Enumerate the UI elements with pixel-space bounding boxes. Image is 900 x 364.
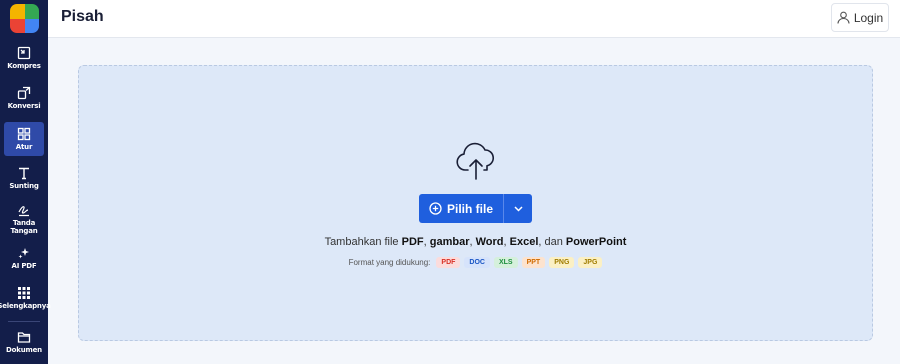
sidebar-item-label: Tanda [12, 219, 36, 227]
formats-label: Format yang didukung: [348, 258, 431, 267]
sidebar-item-label: Atur [15, 143, 33, 151]
format-badge-jpg: JPG [578, 257, 603, 268]
pick-file-label: Pilih file [446, 201, 493, 216]
pick-file-group: Pilih file [419, 194, 532, 223]
format-badge-ppt: PPT [521, 257, 546, 268]
sidebar-item-dokumen[interactable]: Dokumen [4, 330, 44, 360]
text-edit-icon [19, 167, 29, 180]
convert-icon [17, 86, 31, 100]
sidebar-item-label: Dokumen [6, 346, 42, 354]
login-button[interactable]: Login [831, 3, 889, 32]
login-label: Login [853, 10, 884, 25]
text-segment: Excel [509, 236, 539, 248]
user-icon [837, 11, 850, 24]
more-grid-icon [18, 287, 30, 299]
logo-tile [10, 18, 25, 33]
sidebar-item-label: AI PDF [11, 262, 37, 270]
sidebar-item-selengkapnya[interactable]: Selengkapnya [0, 286, 51, 316]
pick-file-dropdown-button[interactable] [503, 194, 532, 223]
format-badge-png: PNG [549, 257, 575, 268]
folder-icon [17, 332, 31, 343]
text-segment: Word [475, 236, 504, 248]
file-drop-zone[interactable]: Pilih file Tambahkan file PDF, gambar, W… [78, 65, 873, 341]
sidebar-item-label: Selengkapnya [0, 302, 51, 310]
format-badge-doc: DOC [464, 257, 490, 268]
plus-circle-icon [429, 202, 442, 215]
sidebar-divider [8, 321, 40, 322]
format-badge-pdf: PDF [436, 257, 461, 268]
sidebar-item-sunting[interactable]: Sunting [4, 166, 44, 196]
text-segment: , dan [538, 236, 566, 248]
compress-icon [17, 46, 31, 60]
top-header: Pisah Login [48, 0, 900, 38]
grid-icon [17, 127, 31, 141]
sidebar-item-atur[interactable]: Atur [4, 122, 44, 156]
sidebar-item-label: Kompres [7, 62, 41, 70]
sidebar-item-label: Sunting [9, 182, 39, 190]
chevron-down-icon [513, 206, 523, 212]
sidebar-item-kompres[interactable]: Kompres [4, 46, 44, 76]
sidebar-item-konversi[interactable]: Konversi [4, 86, 44, 116]
pick-file-button[interactable]: Pilih file [419, 194, 503, 223]
sidebar: Kompres Konversi Atur Sunting Tanda Tang… [0, 0, 51, 364]
logo-tile [24, 4, 39, 19]
sidebar-item-label: Konversi [7, 102, 41, 110]
signature-icon [18, 206, 29, 217]
text-segment: Tambahkan file [324, 236, 402, 248]
sparkle-icon [18, 248, 29, 259]
sidebar-item-tanda-tangan[interactable]: Tanda Tangan [4, 203, 44, 237]
cloud-upload-icon [456, 142, 495, 180]
logo-tile [10, 4, 25, 19]
logo-tile [24, 18, 39, 33]
app-logo[interactable] [10, 4, 39, 33]
sidebar-item-label: Tangan [10, 227, 38, 235]
page-title: Pisah [61, 8, 104, 25]
text-segment: PowerPoint [565, 236, 627, 248]
supported-formats: Format yang didukung: PDF DOC XLS PPT PN… [79, 257, 872, 268]
supported-files-text: Tambahkan file PDF, gambar, Word, Excel,… [79, 236, 872, 248]
format-badge-xls: XLS [493, 257, 518, 268]
text-segment: gambar [429, 236, 470, 248]
text-segment: PDF [401, 236, 424, 248]
sidebar-item-ai-pdf[interactable]: AI PDF [4, 246, 44, 276]
